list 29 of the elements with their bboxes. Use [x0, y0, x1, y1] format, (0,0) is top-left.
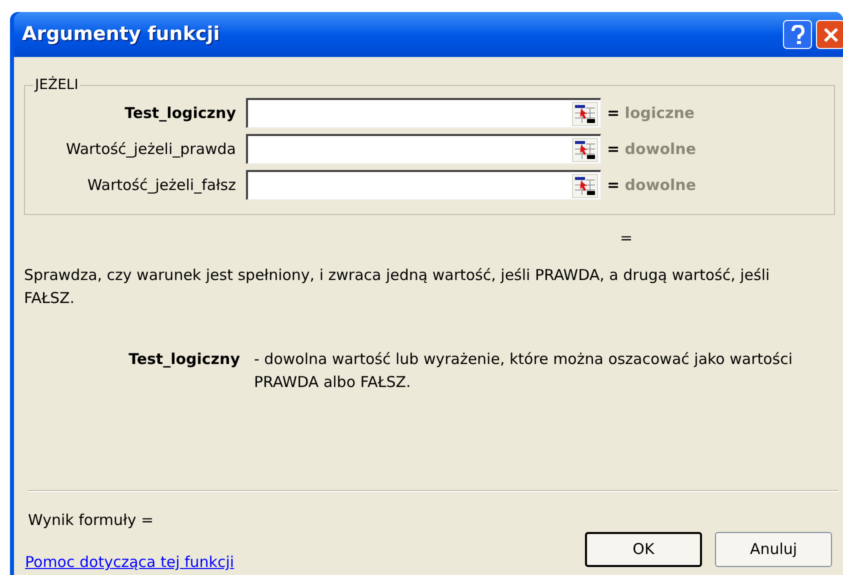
argument-name: Test_logiczny [128, 348, 241, 370]
function-name: JEŻELI [33, 75, 80, 95]
function-result: = [620, 229, 633, 247]
argument-field[interactable] [246, 134, 601, 164]
help-icon [790, 24, 804, 44]
range-select-icon[interactable] [572, 138, 598, 162]
cancel-button[interactable]: Anuluj [715, 532, 832, 567]
type-hint: dowolne [624, 138, 696, 160]
range-select-icon[interactable] [572, 102, 598, 126]
equals-sign: = [607, 102, 621, 124]
close-button[interactable] [816, 20, 843, 49]
window-title: Argumenty funkcji [22, 22, 220, 48]
range-select-icon[interactable] [572, 174, 598, 198]
equals-sign: = [607, 138, 621, 160]
function-description: Sprawdza, czy warunek jest spełniony, i zwraca jedną wartość, jeśli PRAWDA, a drugą wartość, jeśli FAŁSZ. [24, 264, 771, 308]
argument-field[interactable] [246, 170, 601, 200]
argument-label: Wartość_jeżeli_fałsz [86, 174, 237, 196]
type-hint: logiczne [624, 102, 695, 124]
type-hint: dowolne [624, 174, 696, 196]
help-link[interactable]: Pomoc dotycząca tej funkcji [25, 551, 234, 574]
argument-field[interactable] [246, 98, 601, 128]
equals-sign: = [607, 174, 621, 196]
formula-result: Wynik formuły = [28, 510, 154, 531]
help-button[interactable] [783, 20, 812, 49]
close-icon [822, 26, 838, 42]
argument-description: - dowolna wartość lub wyrażenie, które można oszacować jako wartości PRAWDA albo FAŁSZ. [254, 348, 794, 392]
argument-label: Wartość_jeżeli_prawda [64, 138, 237, 160]
argument-label: Test_logiczny [124, 102, 237, 124]
ok-button[interactable]: OK [585, 532, 702, 567]
